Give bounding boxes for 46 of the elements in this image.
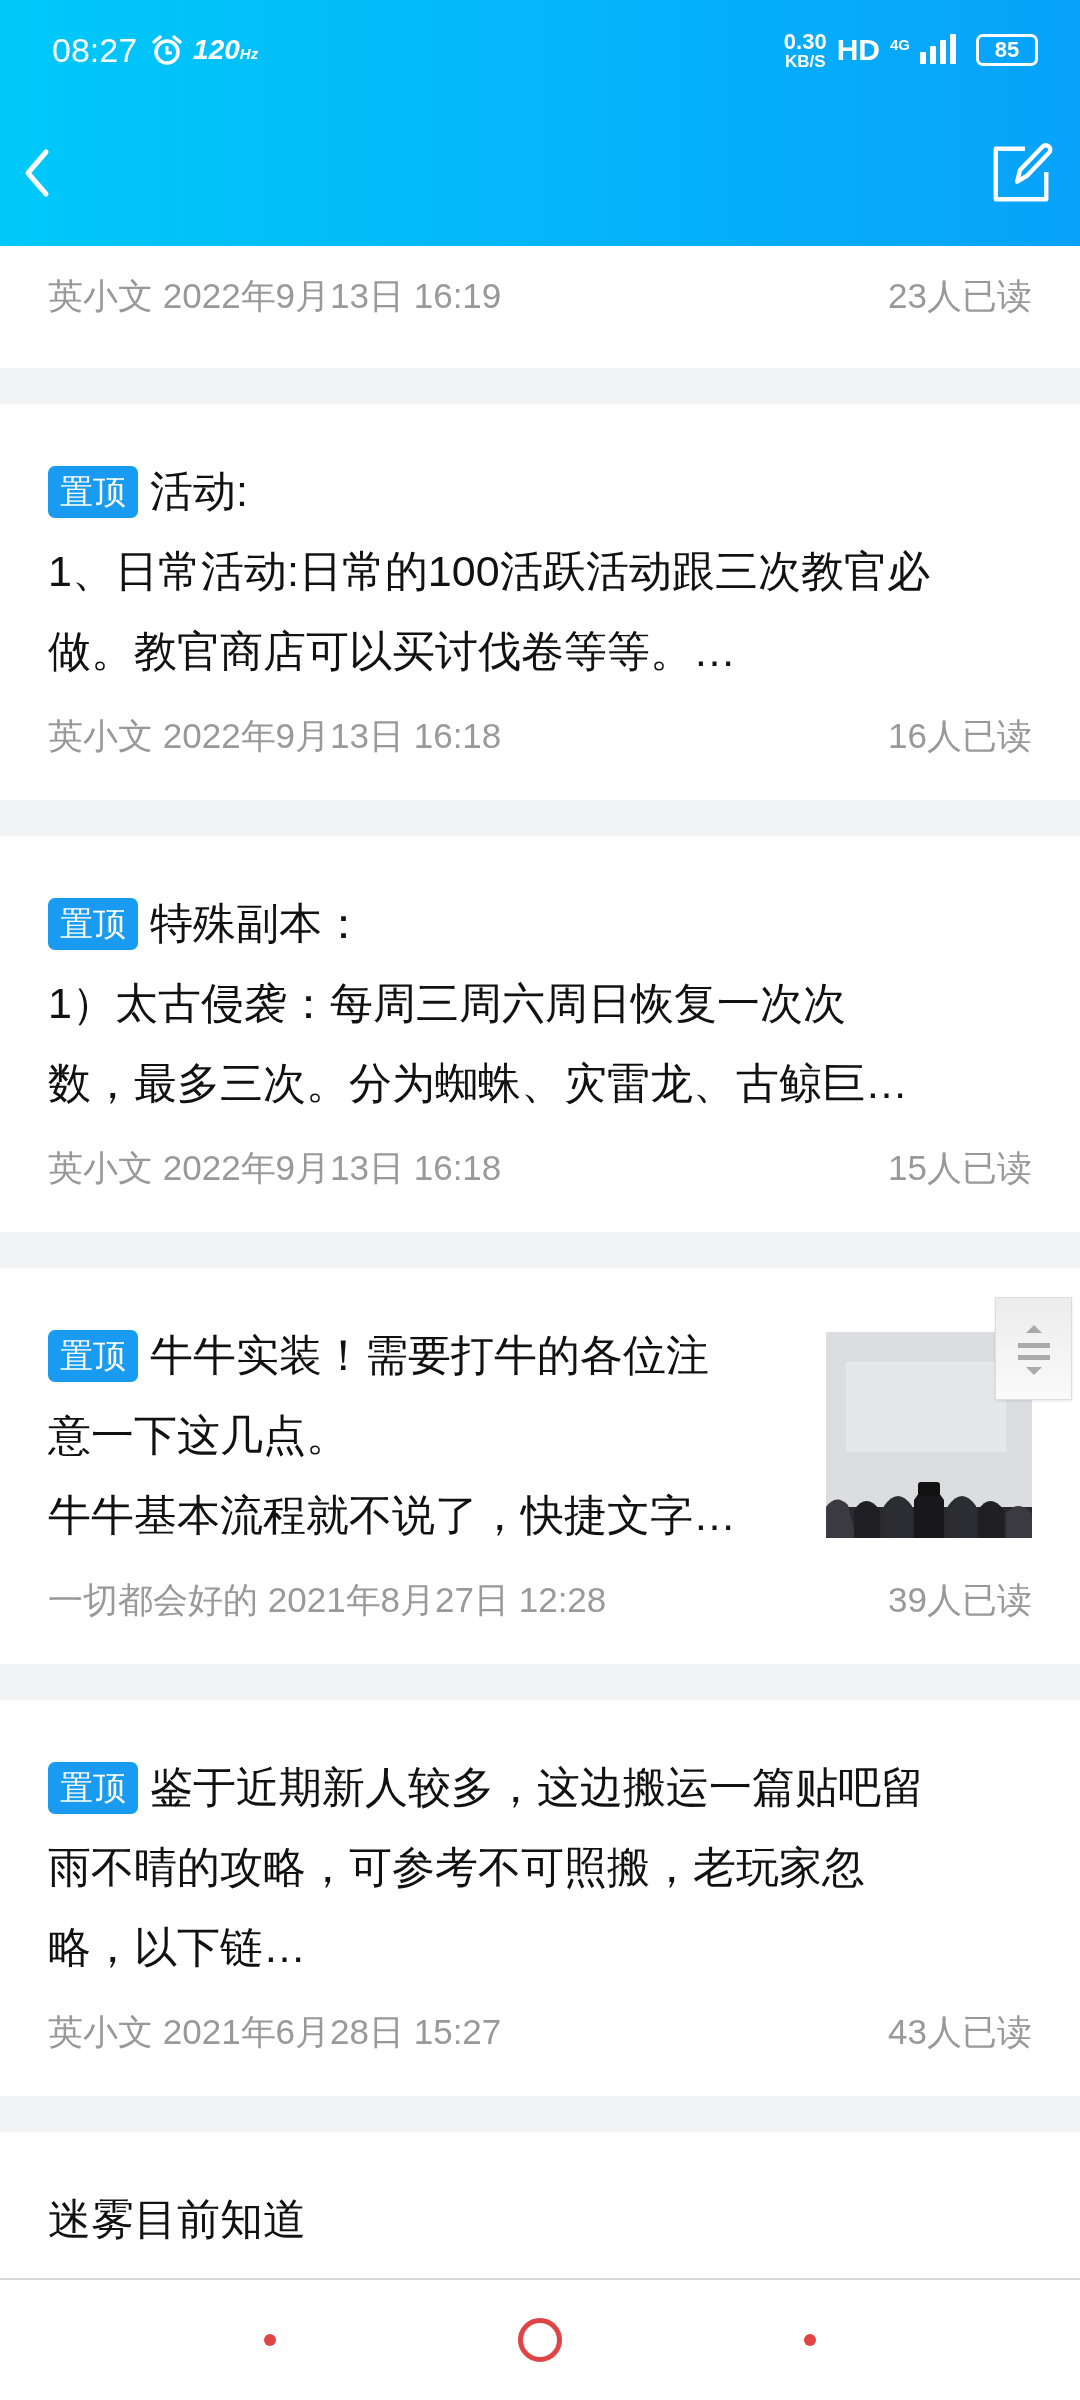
- network-type: 4G: [890, 36, 910, 53]
- post-date: 2021年8月27日 12:28: [267, 1580, 607, 1619]
- read-count: 39人已读: [888, 1579, 1032, 1621]
- pinned-badge: 置顶: [48, 1762, 138, 1814]
- read-count: 43人已读: [888, 2011, 1032, 2053]
- post-title: 意一下这几点。: [48, 1410, 349, 1461]
- read-count: 16人已读: [888, 715, 1032, 757]
- post-excerpt: 1、日常活动:日常的100活跃活动跟三次教官必: [48, 546, 930, 597]
- post-card[interactable]: 置顶 牛牛实装！需要打牛的各位注 意一下这几点。 牛牛基本流程就不说了，快捷文字… 一切都会好的 2021年8月27日 12:28 39人已读: [0, 1268, 1080, 1664]
- post-excerpt: 做。教官商店可以买讨伐卷等等。…: [48, 626, 736, 677]
- post-title: 特殊副本：: [150, 898, 365, 949]
- scroll-handle[interactable]: [995, 1297, 1072, 1400]
- alarm-icon: [151, 34, 184, 66]
- post-excerpt: 数，最多三次。分为蜘蛛、灾雷龙、古鲸巨…: [48, 1058, 908, 1109]
- signal-icon: [920, 34, 956, 66]
- post-author: 英小文: [48, 2012, 153, 2051]
- post-date: 2022年9月13日 16:18: [162, 716, 502, 755]
- post-card[interactable]: 迷雾目前知道: [0, 2132, 1080, 2278]
- post-date: 2022年9月13日 16:18: [162, 1148, 502, 1187]
- post-title: 鉴于近期新人较多，这边搬运一篇贴吧留: [150, 1762, 924, 1813]
- post-excerpt: 牛牛基本流程就不说了，快捷文字…: [48, 1490, 736, 1541]
- post-date: 2022年9月13日 16:19: [162, 276, 502, 315]
- post-author: 英小文: [48, 716, 153, 755]
- post-author: 英小文: [48, 1148, 153, 1187]
- post-card[interactable]: 置顶 特殊副本： 1）太古侵袭：每周三周六周日恢复一次次 数，最多三次。分为蜘蛛、灾雷龙、古鲸巨… 英小文 2022年9月13日 16:18 15人已读: [0, 836, 1080, 1232]
- pinned-badge: 置顶: [48, 466, 138, 518]
- post-card[interactable]: 置顶 活动: 1、日常活动:日常的100活跃活动跟三次教官必 做。教官商店可以买讨伐卷等等。… 英小文 2022年9月13日 16:18 16人已读: [0, 404, 1080, 800]
- battery-percent: 85: [994, 39, 1020, 61]
- pinned-badge: 置顶: [48, 898, 138, 950]
- post-date: 2021年6月28日 15:27: [162, 2012, 502, 2051]
- status-time: 08:27: [52, 30, 138, 70]
- network-speed: 0.30 KB/S: [783, 30, 827, 70]
- read-count: 15人已读: [888, 1147, 1032, 1189]
- post-title: 雨不晴的攻略，可参考不可照搬，老玩家忽: [48, 1842, 865, 1893]
- pinned-badge: 置顶: [48, 1330, 138, 1382]
- post-card[interactable]: 置顶 鉴于近期新人较多，这边搬运一篇贴吧留 雨不晴的攻略，可参考不可照搬，老玩家忽 略，以下链… 英小文 2021年6月28日 15:27 43人已读: [0, 1700, 1080, 2096]
- post-title: 略，以下链…: [48, 1922, 306, 1973]
- post-title: 迷雾目前知道: [48, 2194, 306, 2245]
- post-author: 一切都会好的: [48, 1580, 258, 1619]
- read-count: 23人已读: [888, 275, 1032, 317]
- post-excerpt: 1）太古侵袭：每周三周六周日恢复一次次: [48, 978, 846, 1029]
- hd-indicator: HD: [836, 33, 880, 67]
- refresh-rate: 120Hz: [193, 34, 259, 66]
- post-title: 活动:: [150, 466, 248, 517]
- post-title: 牛牛实装！需要打牛的各位注: [150, 1330, 709, 1381]
- post-author: 英小文: [48, 276, 153, 315]
